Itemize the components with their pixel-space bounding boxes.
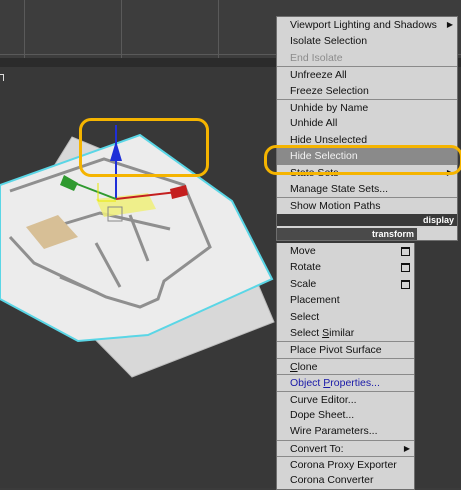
menu-item-rotate[interactable]: Rotate xyxy=(277,259,414,275)
menu-item-label: Corona Proxy Exporter xyxy=(290,459,397,472)
menu-item-label: Manage State Sets... xyxy=(290,182,389,195)
quad-menu-transform-section: Move Rotate Scale Placement Select Selec… xyxy=(276,243,415,490)
submenu-arrow-icon: ▶ xyxy=(446,20,453,29)
menu-item-move[interactable]: Move xyxy=(277,243,414,259)
menu-item-corona-converter[interactable]: Corona Converter xyxy=(277,472,414,488)
menu-item-unhide-all[interactable]: Unhide All xyxy=(277,115,457,131)
settings-box-icon[interactable] xyxy=(401,279,410,289)
menu-item-label: Place Pivot Surface xyxy=(290,344,382,357)
viewport-scene[interactable] xyxy=(0,67,276,397)
menu-item-label: Select Similar xyxy=(290,326,355,339)
menu-item-hide-selection[interactable]: Hide Selection xyxy=(277,148,457,165)
quad-menu: Viewport Lighting and Shadows ▶ Isolate S… xyxy=(276,16,458,241)
menu-item-freeze-selection[interactable]: Freeze Selection xyxy=(277,83,457,99)
menu-item-label: Move xyxy=(290,245,316,257)
menu-item-isolate-selection[interactable]: Isolate Selection xyxy=(277,33,457,49)
menu-item-label: Hide Selection xyxy=(290,150,358,163)
menu-item-label: Rotate xyxy=(290,261,321,274)
menu-item-select[interactable]: Select xyxy=(277,309,414,325)
menu-item-select-similar[interactable]: Select Similar xyxy=(277,325,414,341)
menu-item-label: Placement xyxy=(290,294,340,307)
menu-item-end-isolate: End Isolate xyxy=(277,50,457,66)
menu-item-hide-unselected[interactable]: Hide Unselected xyxy=(277,132,457,148)
menu-item-label: Corona Converter xyxy=(290,474,374,487)
menu-item-label: Show Motion Paths xyxy=(290,200,381,213)
menu-item-curve-editor[interactable]: Curve Editor... xyxy=(277,390,414,407)
menu-item-viewport-lighting[interactable]: Viewport Lighting and Shadows ▶ xyxy=(277,17,457,33)
menu-item-label: Convert To: xyxy=(290,442,344,455)
menu-item-placement[interactable]: Placement xyxy=(277,292,414,308)
menu-item-label: Freeze Selection xyxy=(290,84,369,97)
menu-item-label: Hide Unselected xyxy=(290,133,368,146)
menu-item-unfreeze-all[interactable]: Unfreeze All xyxy=(277,66,457,82)
menu-item-unhide-by-name[interactable]: Unhide by Name xyxy=(277,98,457,115)
menu-item-convert-to[interactable]: Convert To: ▶ xyxy=(277,439,414,456)
menu-item-label: Curve Editor... xyxy=(290,393,357,406)
menu-item-label: Scale xyxy=(290,277,317,290)
menu-item-label: Wire Parameters... xyxy=(290,425,378,438)
submenu-arrow-icon: ▶ xyxy=(446,167,453,177)
grid-line xyxy=(24,0,25,58)
menu-item-label: End Isolate xyxy=(290,51,343,64)
quad-menu-transform-header: transform xyxy=(277,227,417,240)
settings-box-icon[interactable] xyxy=(401,263,410,273)
menu-item-label: Select xyxy=(290,310,320,323)
menu-item-scale[interactable]: Scale xyxy=(277,276,414,292)
menu-item-label: Clone xyxy=(290,360,318,373)
menu-item-object-properties[interactable]: Object Properties... xyxy=(277,374,414,390)
menu-item-label: State Sets xyxy=(290,166,339,179)
menu-item-dope-sheet[interactable]: Dope Sheet... xyxy=(277,407,414,423)
menu-item-label: Unhide All xyxy=(290,117,338,130)
menu-item-place-pivot-surface[interactable]: Place Pivot Surface xyxy=(277,341,414,357)
menu-item-state-sets[interactable]: State Sets ▶ xyxy=(277,165,457,181)
menu-item-label: Dope Sheet... xyxy=(290,408,355,421)
menu-item-label: Unfreeze All xyxy=(290,69,347,82)
settings-box-icon[interactable] xyxy=(401,247,410,256)
menu-item-manage-state-sets[interactable]: Manage State Sets... xyxy=(277,181,457,197)
menu-item-corona-proxy-exporter[interactable]: Corona Proxy Exporter xyxy=(277,456,414,472)
grid-line xyxy=(121,0,122,58)
menu-item-wire-parameters[interactable]: Wire Parameters... xyxy=(277,423,414,439)
menu-item-label: Isolate Selection xyxy=(290,35,368,48)
quad-menu-display-section: Viewport Lighting and Shadows ▶ Isolate S… xyxy=(277,17,457,214)
menu-item-label: Object Properties... xyxy=(290,377,380,390)
grid-line xyxy=(218,0,219,58)
menu-item-clone[interactable]: Clone xyxy=(277,357,414,374)
quad-menu-display-header: display xyxy=(277,213,457,226)
submenu-arrow-icon: ▶ xyxy=(403,443,410,453)
menu-item-label: Unhide by Name xyxy=(290,101,369,114)
menu-item-label: Viewport Lighting and Shadows xyxy=(290,19,437,31)
menu-item-show-motion-paths[interactable]: Show Motion Paths xyxy=(277,197,457,213)
